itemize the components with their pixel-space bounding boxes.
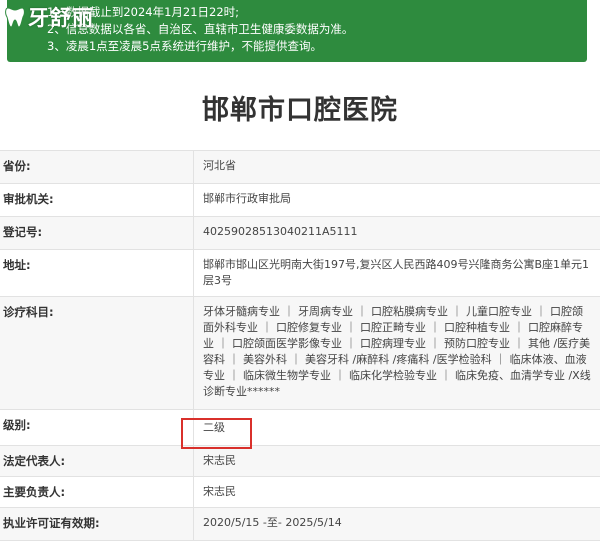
row-value: 2020/5/15 -至- 2025/5/14 [203,516,342,529]
table-row-approval-authority: 审批机关: 邯郸市行政审批局 [0,184,600,217]
row-label: 审批机关: [0,184,194,216]
table-row-level: 级别: 二级 [0,410,600,446]
table-row-address: 地址: 邯郸市邯山区光明南大街197号,复兴区人民西路409号兴隆商务公寓B座1… [0,250,600,297]
watermark-logo: 牙舒丽 [4,2,94,32]
notice-line-1: 1、数据截止到2024年1月21日22时; [47,5,240,19]
row-value: 邯郸市行政审批局 [203,192,291,205]
info-table: 省份: 河北省 审批机关: 邯郸市行政审批局 登记号: 402590285130… [0,150,600,541]
notice-banner: 1、数据截止到2024年1月21日22时; 2、信息数据以各省、自治区、直辖市卫… [7,0,587,62]
level-highlight-box [181,418,252,449]
row-label: 法定代表人: [0,446,194,476]
notice-line-2: 2、信息数据以各省、自治区、直辖市卫生健康委数据为准。 [47,22,354,36]
row-label: 级别: [0,410,194,445]
row-value: 牙体牙髓病专业 ｜ 牙周病专业 ｜ 口腔粘膜病专业 ｜ 儿童口腔专业 ｜ 口腔颌… [203,305,591,398]
row-label: 主要负责人: [0,477,194,507]
row-label: 诊疗科目: [0,297,194,409]
table-row-registration-number: 登记号: 40259028513040211A5111 [0,217,600,250]
notice-line-3: 3、凌晨1点至凌晨5点系统进行维护，不能提供查询。 [47,39,322,53]
row-value: 宋志民 [203,485,236,498]
row-value: 邯郸市邯山区光明南大街197号,复兴区人民西路409号兴隆商务公寓B座1单元1层… [203,258,590,287]
tooth-icon [5,7,25,28]
table-row-principal: 主要负责人: 宋志民 [0,477,600,508]
table-row-legal-representative: 法定代表人: 宋志民 [0,446,600,477]
page-title: 邯郸市口腔医院 [202,95,398,126]
row-value: 河北省 [203,159,236,172]
table-row-province: 省份: 河北省 [0,151,600,184]
row-label: 执业许可证有效期: [0,508,194,540]
row-value: 40259028513040211A5111 [203,225,358,238]
row-value: 宋志民 [203,454,236,467]
row-label: 地址: [0,250,194,296]
logo-text: 牙舒丽 [28,6,94,30]
row-value: 二级 [203,421,225,434]
table-row-license-validity: 执业许可证有效期: 2020/5/15 -至- 2025/5/14 [0,508,600,541]
table-row-departments: 诊疗科目: 牙体牙髓病专业 ｜ 牙周病专业 ｜ 口腔粘膜病专业 ｜ 儿童口腔专业… [0,297,600,410]
row-label: 登记号: [0,217,194,249]
row-label: 省份: [0,151,194,183]
